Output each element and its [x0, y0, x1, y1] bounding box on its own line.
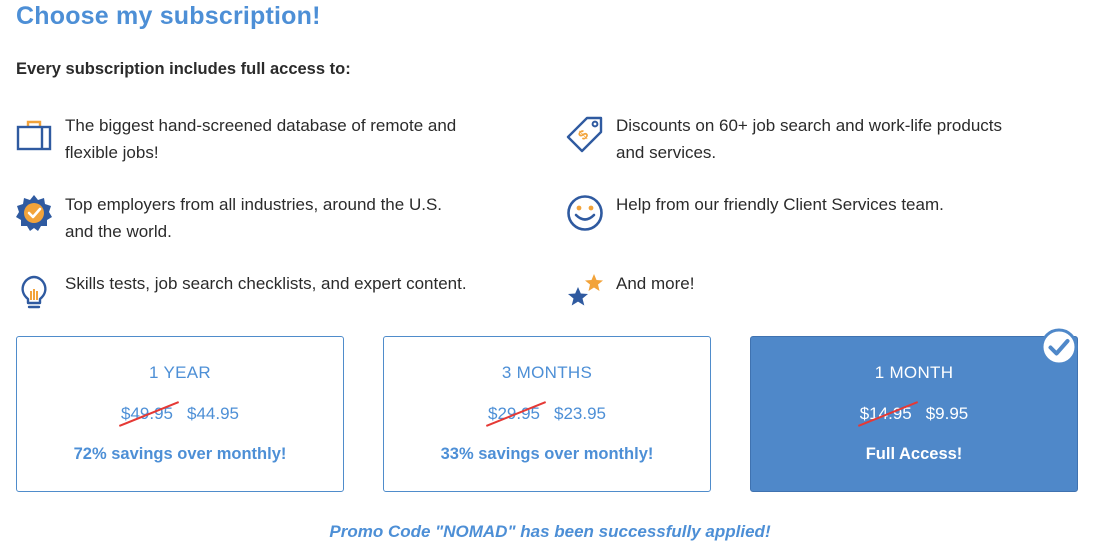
- plan-savings-note: Full Access!: [865, 445, 963, 463]
- feature-item-more: And more!: [565, 272, 1085, 312]
- plan-old-price: $29.95: [485, 401, 547, 427]
- promo-applied-message: Promo Code "NOMAD" has been successfully…: [329, 522, 771, 541]
- feature-text-line1: The biggest hand-screened database of re…: [65, 116, 457, 135]
- feature-item-client-services: Help from our friendly Client Services t…: [565, 193, 1085, 233]
- plan-price: $9.95: [925, 404, 969, 423]
- feature-item-employers: Top employers from all industries, aroun…: [14, 193, 534, 245]
- feature-text-line1: Discounts on 60+ job search and work-lif…: [616, 116, 1003, 135]
- smiley-icon: [565, 193, 605, 233]
- plan-term: 1 MONTH: [874, 363, 954, 382]
- plan-term: 1 YEAR: [149, 363, 211, 382]
- badge-check-icon: [14, 193, 54, 233]
- plan-prices: $14.95 $9.95: [751, 401, 1077, 427]
- plan-old-price: $14.95: [857, 401, 918, 427]
- feature-item-skills: Skills tests, job search checklists, and…: [14, 272, 554, 312]
- plan-price: $23.95: [554, 404, 606, 423]
- plan-old-price: $49.95: [118, 401, 180, 427]
- plan-card-3-months[interactable]: 3 MONTHS $29.95 $23.95 33% savings over m…: [383, 336, 711, 492]
- feature-text-line1: Help from our friendly Client Services t…: [616, 195, 944, 214]
- plan-prices: $29.95 $23.95: [384, 401, 710, 427]
- price-tag-icon: $: [565, 114, 605, 154]
- feature-item-discounts: $ Discounts on 60+ job search and work-l…: [565, 114, 1085, 166]
- svg-text:$: $: [575, 126, 592, 143]
- plan-savings-note: 72% savings over monthly!: [73, 445, 287, 463]
- feature-text-line2: flexible jobs!: [65, 143, 159, 162]
- plan-term: 3 MONTHS: [501, 363, 593, 382]
- page-title: Choose my subscription!: [16, 2, 321, 30]
- plan-price: $44.95: [187, 404, 239, 423]
- selected-check-icon: [1039, 327, 1079, 367]
- lightbulb-icon: [14, 272, 54, 312]
- stars-icon: [565, 272, 605, 312]
- plan-prices: $49.95 $44.95: [17, 401, 343, 427]
- feature-text-line2: and services.: [616, 143, 717, 162]
- feature-text-line2: and the world.: [65, 222, 172, 241]
- feature-text-line1: Skills tests, job search checklists, and…: [65, 274, 467, 293]
- subtitle: Every subscription includes full access …: [16, 60, 351, 78]
- feature-item-database: The biggest hand-screened database of re…: [14, 114, 534, 166]
- feature-text-line1: And more!: [616, 274, 695, 293]
- plan-card-1-year[interactable]: 1 YEAR $49.95 $44.95 72% savings over mon…: [16, 336, 344, 492]
- feature-text-line1: Top employers from all industries, aroun…: [65, 195, 443, 214]
- plan-savings-note: 33% savings over monthly!: [440, 445, 654, 463]
- plan-card-1-month[interactable]: 1 MONTH $14.95 $9.95 Full Access!: [750, 328, 1078, 492]
- briefcase-icon: [14, 114, 54, 154]
